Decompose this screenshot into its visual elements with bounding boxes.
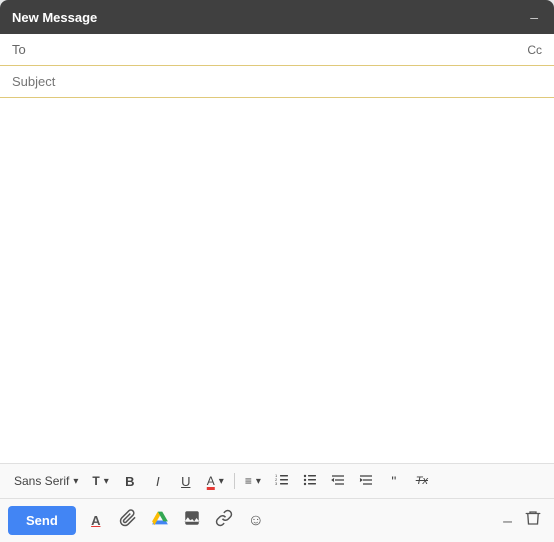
insert-link-icon [215,509,233,532]
insert-emoji-icon: ☺ [248,512,264,530]
italic-button[interactable]: I [145,468,171,494]
bullet-list-button[interactable] [297,468,323,494]
font-family-label: Sans Serif [14,474,69,488]
attach-file-icon [119,509,137,532]
bottom-tools: A [82,507,499,535]
blockquote-button[interactable]: " [381,468,407,494]
insert-emoji-button[interactable]: ☺ [242,507,270,535]
formatting-bar: Sans Serif ▾ T ▾ B I U A ▾ ≡ ▾ 123 [0,463,554,498]
header-actions: – [526,8,542,26]
font-size-chevron: ▾ [104,476,109,487]
bullet-list-icon [303,473,317,490]
blockquote-icon: " [391,474,396,488]
font-size-icon: T [92,474,99,488]
font-family-dropdown[interactable]: Sans Serif ▾ [8,468,84,494]
to-field-row: To Cc [0,34,554,66]
subject-field-row [0,66,554,98]
clear-formatting-icon: Tx [416,475,428,487]
subject-input[interactable] [12,74,542,89]
separator-1 [234,473,235,489]
to-label: To [12,42,42,57]
text-color-icon: A [207,474,215,488]
trash-icon [524,511,542,531]
compose-window: New Message – To Cc Sans Serif ▾ T ▾ B I… [0,0,554,542]
align-icon: ≡ [245,474,252,488]
send-button[interactable]: Send [8,506,76,535]
insert-photo-icon [183,509,201,532]
bottom-right-actions: – [499,505,546,536]
align-chevron: ▾ [256,476,261,487]
indent-less-icon [331,473,345,490]
svg-text:3: 3 [275,481,278,486]
underline-button[interactable]: U [173,468,199,494]
compose-title: New Message [12,10,97,25]
text-color-dropdown[interactable]: A ▾ [201,468,230,494]
delete-button[interactable] [520,505,546,536]
google-drive-icon [151,509,169,532]
compose-header: New Message – [0,0,554,34]
text-color-chevron: ▾ [219,476,224,487]
font-family-chevron: ▾ [73,476,78,487]
text-formatting-button[interactable]: A [82,507,110,535]
compose-body[interactable] [0,98,554,463]
bottom-bar: Send A [0,498,554,542]
align-dropdown[interactable]: ≡ ▾ [239,468,267,494]
indent-less-button[interactable] [325,468,351,494]
numbered-list-button[interactable]: 123 [269,468,295,494]
indent-more-button[interactable] [353,468,379,494]
numbered-list-icon: 123 [275,473,289,490]
insert-photo-button[interactable] [178,507,206,535]
more-options-button[interactable]: – [499,508,516,533]
minimize-button[interactable]: – [526,8,542,26]
cc-button[interactable]: Cc [527,43,542,57]
insert-link-button[interactable] [210,507,238,535]
attach-file-button[interactable] [114,507,142,535]
to-input[interactable] [42,42,527,57]
indent-more-icon [359,473,373,490]
minimize-icon: – [503,513,512,530]
google-drive-button[interactable] [146,507,174,535]
bold-button[interactable]: B [117,468,143,494]
text-formatting-icon: A [91,513,100,528]
clear-formatting-button[interactable]: Tx [409,468,435,494]
font-size-dropdown[interactable]: T ▾ [86,468,114,494]
